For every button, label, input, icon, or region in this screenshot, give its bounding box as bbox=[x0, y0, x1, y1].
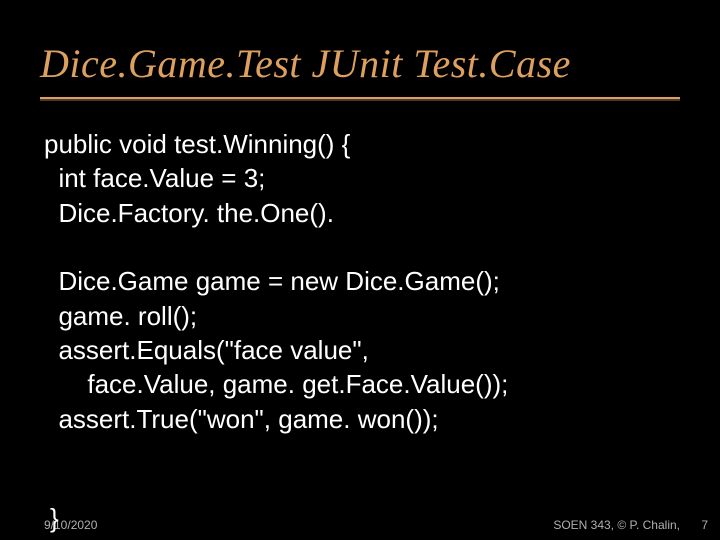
footer-attribution: SOEN 343, © P. Chalin, bbox=[553, 518, 680, 532]
slide-title: Dice.Game.Test JUnit Test.Case bbox=[40, 40, 680, 87]
footer-page-number: 7 bbox=[701, 518, 708, 532]
code-line: assert.Equals("face value", bbox=[44, 335, 369, 365]
code-line: Dice.Game game = new Dice.Game(); bbox=[44, 266, 500, 296]
code-line: public void test.Winning() { bbox=[44, 129, 350, 159]
code-line: Dice.Factory. the.One(). bbox=[44, 198, 334, 228]
code-line: game. roll(); bbox=[44, 301, 197, 331]
code-block: public void test.Winning() { int face.Va… bbox=[44, 127, 680, 436]
closing-brace: } bbox=[50, 503, 59, 534]
slide: Dice.Game.Test JUnit Test.Case public vo… bbox=[0, 0, 720, 540]
code-line: int face.Value = 3; bbox=[44, 163, 265, 193]
title-underline bbox=[40, 97, 680, 99]
code-line: assert.True("won", game. won()); bbox=[44, 404, 439, 434]
code-line: face.Value, game. get.Face.Value()); bbox=[44, 369, 508, 399]
